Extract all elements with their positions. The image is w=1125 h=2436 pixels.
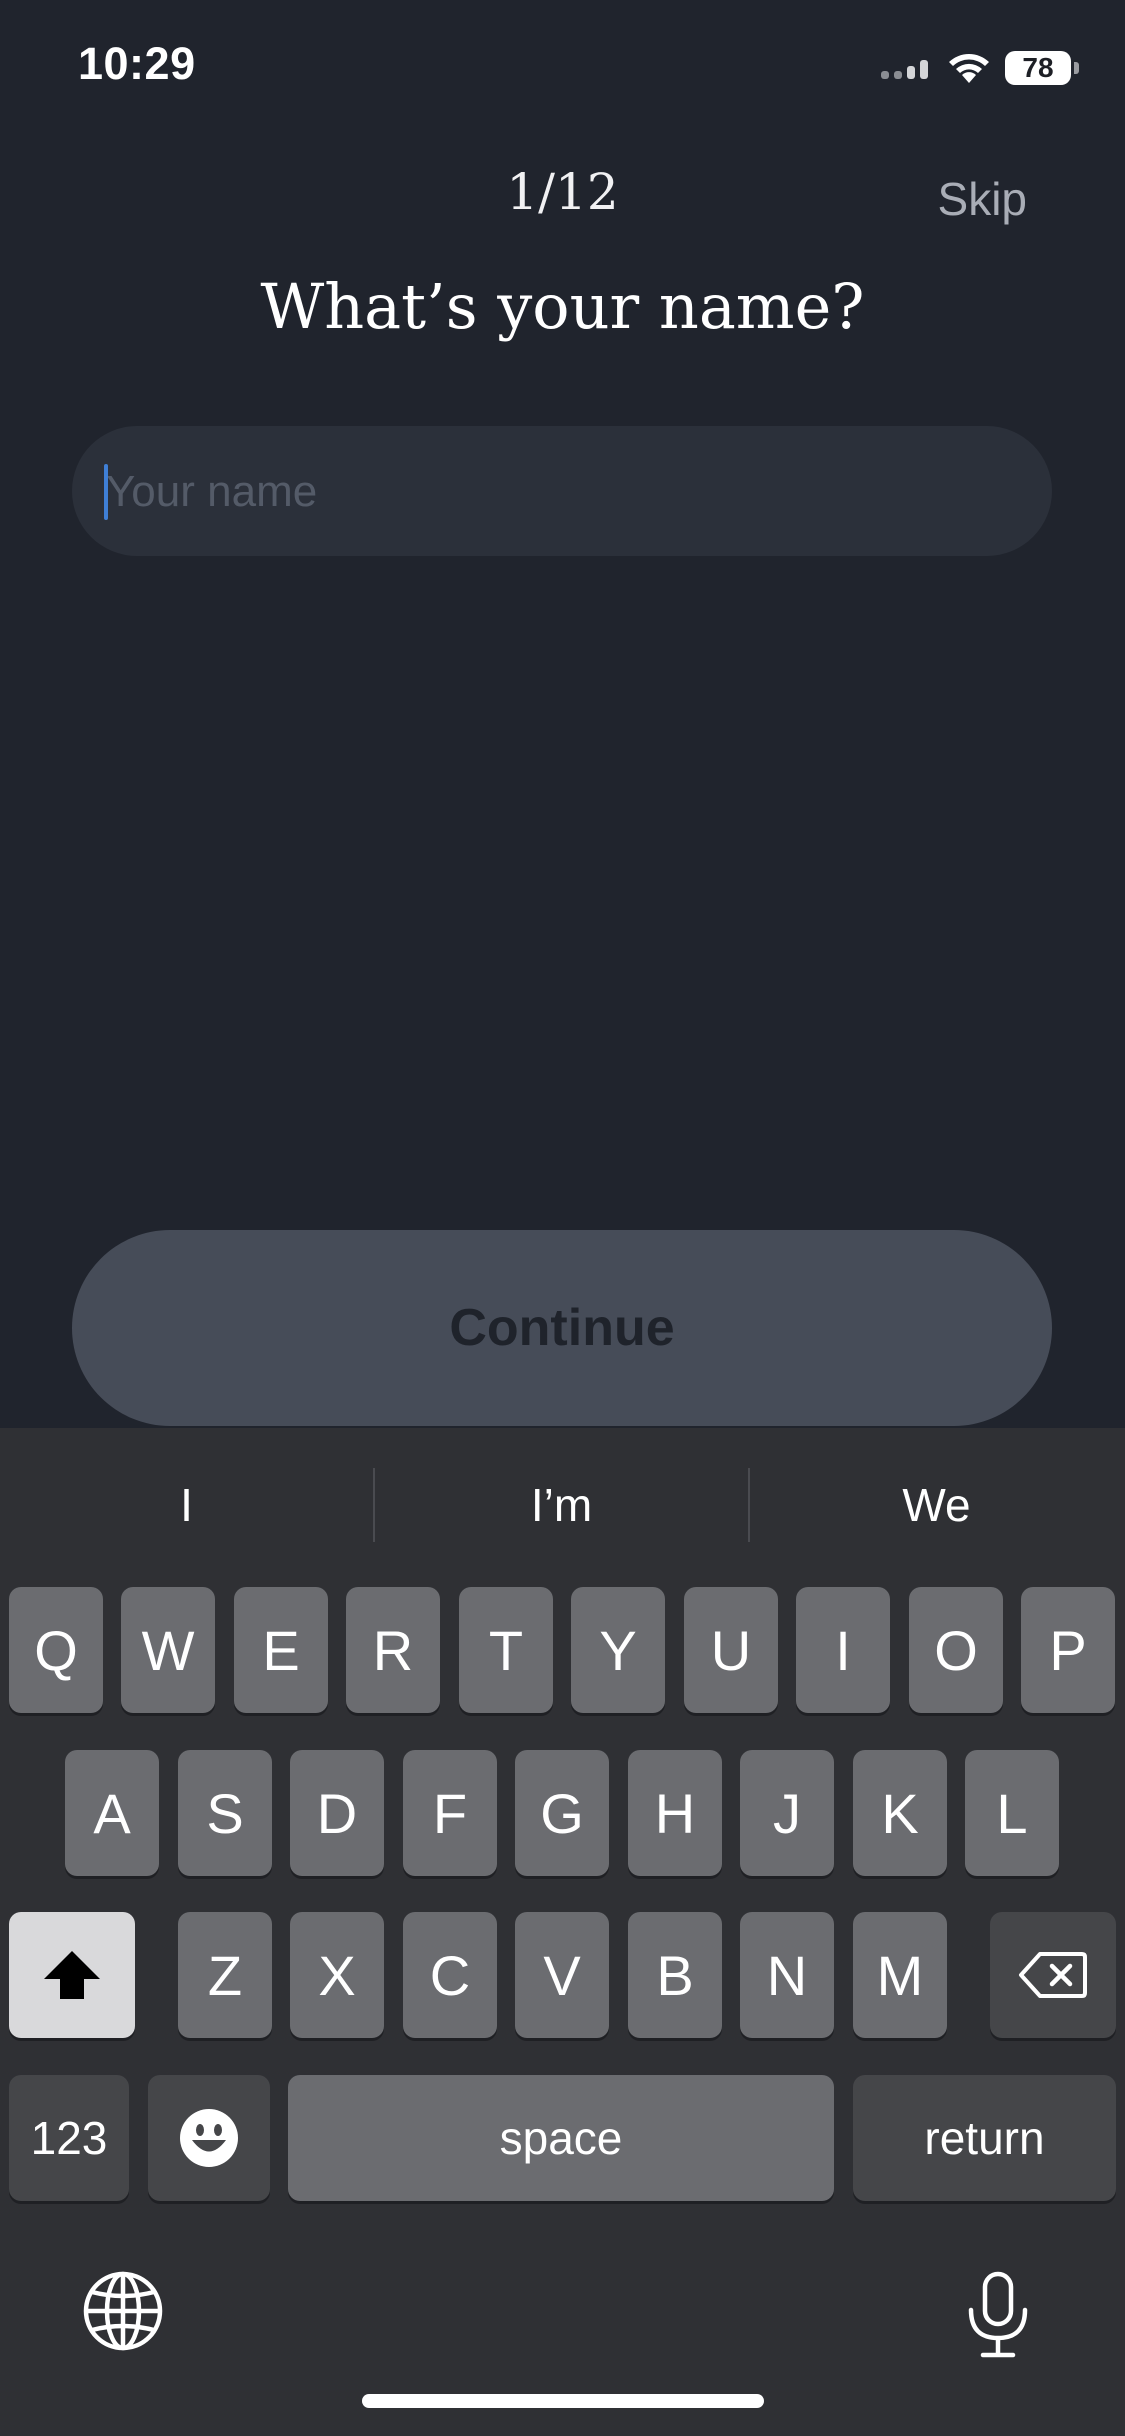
key-j[interactable]: J	[740, 1750, 834, 1876]
return-key[interactable]: return	[853, 2075, 1116, 2201]
home-indicator[interactable]	[362, 2394, 764, 2408]
continue-button[interactable]: Continue	[72, 1230, 1052, 1426]
battery-icon: 78	[1005, 51, 1079, 85]
backspace-key[interactable]	[990, 1912, 1116, 2038]
key-q[interactable]: Q	[9, 1587, 103, 1713]
key-g[interactable]: G	[515, 1750, 609, 1876]
skip-button[interactable]: Skip	[938, 172, 1027, 226]
status-icons: 78	[881, 46, 1079, 90]
key-d[interactable]: D	[290, 1750, 384, 1876]
name-field-container[interactable]	[72, 426, 1052, 558]
key-x[interactable]: X	[290, 1912, 384, 2038]
suggestion-bar: I I’m We	[0, 1428, 1125, 1582]
suggestion-item[interactable]: We	[750, 1428, 1123, 1582]
key-p[interactable]: P	[1021, 1587, 1115, 1713]
emoji-icon	[180, 2109, 238, 2167]
key-r[interactable]: R	[346, 1587, 440, 1713]
backspace-icon	[1019, 1952, 1087, 1998]
key-f[interactable]: F	[403, 1750, 497, 1876]
cellular-signal-icon	[881, 57, 933, 79]
keyboard: I I’m We Q W E R T Y U I O P A S D F G H…	[0, 1428, 1125, 2436]
key-n[interactable]: N	[740, 1912, 834, 2038]
suggestion-item[interactable]: I	[0, 1428, 373, 1582]
key-a[interactable]: A	[65, 1750, 159, 1876]
key-c[interactable]: C	[403, 1912, 497, 2038]
text-caret	[104, 464, 108, 520]
key-i[interactable]: I	[796, 1587, 890, 1713]
key-t[interactable]: T	[459, 1587, 553, 1713]
key-m[interactable]: M	[853, 1912, 947, 2038]
page-title: What’s your name?	[260, 270, 865, 343]
status-time: 10:29	[78, 38, 196, 89]
wifi-icon	[947, 51, 991, 85]
space-key[interactable]: space	[288, 2075, 834, 2201]
key-w[interactable]: W	[121, 1587, 215, 1713]
key-l[interactable]: L	[965, 1750, 1059, 1876]
name-input[interactable]	[104, 426, 1028, 558]
numbers-key[interactable]: 123	[9, 2075, 129, 2201]
onboarding-screen: 10:29 78 1/12 Skip What’s your name? Con…	[0, 0, 1125, 2436]
shift-icon	[44, 1951, 100, 1999]
globe-icon[interactable]	[82, 2270, 164, 2352]
key-y[interactable]: Y	[571, 1587, 665, 1713]
suggestion-item[interactable]: I’m	[375, 1428, 748, 1582]
emoji-key[interactable]	[148, 2075, 270, 2201]
microphone-icon[interactable]	[965, 2270, 1031, 2360]
key-z[interactable]: Z	[178, 1912, 272, 2038]
key-e[interactable]: E	[234, 1587, 328, 1713]
key-h[interactable]: H	[628, 1750, 722, 1876]
key-o[interactable]: O	[909, 1587, 1003, 1713]
key-b[interactable]: B	[628, 1912, 722, 2038]
shift-key[interactable]	[9, 1912, 135, 2038]
key-k[interactable]: K	[853, 1750, 947, 1876]
key-s[interactable]: S	[178, 1750, 272, 1876]
key-u[interactable]: U	[684, 1587, 778, 1713]
key-v[interactable]: V	[515, 1912, 609, 2038]
